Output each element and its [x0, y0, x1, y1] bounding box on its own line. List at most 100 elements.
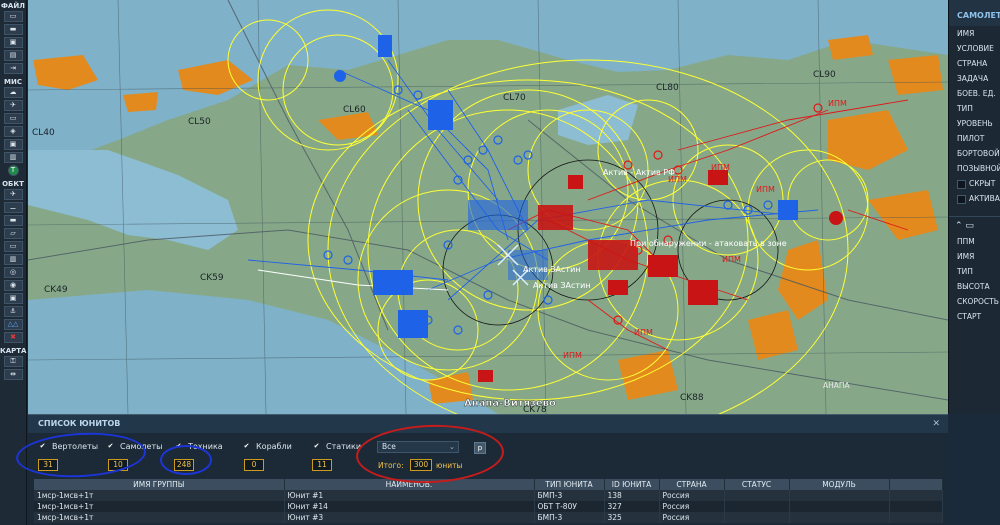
mission-editor-window: { "toolbar": { "file_section": "ФАЙЛ", "…	[0, 0, 1000, 525]
mission-section-label: МИС	[4, 78, 22, 86]
filter-airplanes-label: Самолеты	[120, 442, 163, 451]
ipm-label: ИПМ	[634, 328, 653, 337]
active-checkbox-label: АКТИВА	[969, 194, 1000, 203]
map-label-cl50: CL50	[188, 117, 211, 127]
col-unit-name[interactable]: НАИМЕНОВ.	[284, 479, 535, 490]
add-crate-icon[interactable]: ▣	[3, 293, 23, 304]
briefing-icon[interactable]: ▭	[3, 113, 23, 124]
col-country[interactable]: СТРАНА	[659, 479, 725, 490]
vehicles-count: 248	[174, 459, 194, 471]
col-status[interactable]: СТАТУС	[724, 479, 790, 490]
close-icon[interactable]: ✕	[932, 419, 940, 429]
map-ruler-icon[interactable]: ⇹	[3, 369, 23, 380]
file-section-label: ФАЙЛ	[0, 2, 26, 10]
map-view[interactable]: CL40 CL50 CL60 CL70 CL80 CL90 CK49 CK59 …	[28, 0, 948, 414]
hidden-checkbox[interactable]	[957, 179, 966, 189]
col-module[interactable]: МОДУЛЬ	[789, 479, 890, 490]
p-button[interactable]: p	[474, 442, 486, 454]
ships-count: 0	[244, 459, 264, 471]
col-unit-id[interactable]: ID ЮНИТА	[604, 479, 660, 490]
active-checkbox-row[interactable]: АКТИВА	[949, 191, 1000, 206]
table-row[interactable]: 1мср-1мсв+1т Юнит #1 БМП-3 138 Россия	[34, 490, 943, 501]
filter-ships[interactable]: ✔ Корабли	[242, 442, 292, 451]
add-static-icon[interactable]: ▭	[3, 241, 23, 252]
check-icon[interactable]: ✔	[174, 442, 183, 451]
cell-id: 327	[604, 501, 660, 512]
unit-list-icon[interactable]: △△	[3, 319, 23, 330]
coalition-select[interactable]: Все ⌄	[377, 441, 459, 453]
check-icon[interactable]: ✔	[106, 442, 115, 451]
statics-count: 11	[312, 459, 332, 471]
check-icon[interactable]: ✔	[312, 442, 321, 451]
active-checkbox[interactable]	[957, 194, 966, 204]
map-label-anapa: АНАПА	[823, 381, 851, 390]
map-label-ck59: CK59	[200, 273, 224, 283]
add-helicopter-icon[interactable]: ⚊	[3, 202, 23, 213]
map-label-cl80: CL80	[656, 83, 679, 93]
route-field-waypoint-label: ППМ	[957, 237, 975, 246]
route-field-speed-label: СКОРОСТЬ	[957, 297, 999, 306]
hidden-checkbox-row[interactable]: СКРЫТ	[949, 176, 1000, 191]
cell-spacer	[889, 512, 943, 523]
col-group-name[interactable]: ИМЯ ГРУППЫ	[34, 479, 285, 490]
save-icon[interactable]: ▣	[3, 37, 23, 48]
objects-section-label: ОБКТ	[2, 180, 24, 188]
cell-status	[724, 490, 790, 501]
coalition-select-value: Все	[382, 442, 396, 451]
check-icon[interactable]: ✔	[242, 442, 251, 451]
route-tools: ⌃ ▭	[949, 216, 1000, 234]
cell-module	[789, 512, 890, 523]
cell-group: 1мср-1мсв+1т	[34, 512, 285, 523]
add-ship-icon[interactable]: ⏥	[3, 228, 23, 239]
mission-goals-icon[interactable]: ▣	[3, 139, 23, 150]
add-nav-point-icon[interactable]: ◉	[3, 280, 23, 291]
field-type-label: ТИП	[957, 104, 973, 113]
map-label-cl40: CL40	[32, 128, 55, 138]
helicopters-count: 31	[38, 459, 58, 471]
add-vehicle-icon[interactable]: ▬	[3, 215, 23, 226]
triggered-actions-icon[interactable]: ▭	[965, 221, 974, 231]
filter-statics-label: Статики	[326, 442, 362, 451]
cell-country: Россия	[659, 501, 725, 512]
cell-type: БМП-3	[534, 512, 605, 523]
cell-country: Россия	[659, 490, 725, 501]
new-file-icon[interactable]: ▭	[3, 11, 23, 22]
aircraft-icon[interactable]: ✈	[3, 100, 23, 111]
map-section-label: КАРТА	[0, 347, 27, 355]
filter-helicopters[interactable]: ✔ Вертолеты	[38, 442, 99, 451]
cell-module	[789, 501, 890, 512]
map-key-icon[interactable]: ⚿	[3, 356, 23, 367]
add-zone-icon[interactable]: ◎	[3, 267, 23, 278]
map-label-cl70: CL70	[503, 93, 526, 103]
col-unit-type[interactable]: ТИП ЮНИТА	[534, 479, 605, 490]
open-folder-icon[interactable]: ▬	[3, 24, 23, 35]
map-label-cl60: CL60	[343, 105, 366, 115]
field-callsign-label: ПОЗЫВНОЙ	[957, 164, 1000, 173]
triggers-icon[interactable]: ◈	[3, 126, 23, 137]
field-country-label: СТРАНА	[957, 59, 988, 68]
cell-type: ОБТ Т-80У	[534, 501, 605, 512]
route-field-start-label: СТАРТ	[957, 312, 982, 321]
total-units-label: юниты	[436, 461, 463, 470]
resources-icon[interactable]: ▥	[3, 152, 23, 163]
table-row[interactable]: 1мср-1мсв+1т Юнит #3 БМП-3 325 Россия	[34, 512, 943, 523]
exit-icon[interactable]: ⇥	[3, 63, 23, 74]
filter-statics[interactable]: ✔ Статики	[312, 442, 361, 451]
filter-vehicles[interactable]: ✔ Техника	[174, 442, 223, 451]
delete-icon[interactable]: ✖	[3, 332, 23, 343]
cell-id: 138	[604, 490, 660, 501]
add-ai-icon[interactable]: ⚓	[3, 306, 23, 317]
weather-icon[interactable]: ☁	[3, 87, 23, 98]
field-skill-label: УРОВЕНЬ	[957, 119, 993, 128]
cell-name: Юнит #14	[284, 501, 535, 512]
aircraft-properties-panel: САМОЛЕТ ИМЯ УСЛОВИЕ СТРАНА ЗАДАЧА БОЕВ. …	[948, 0, 1000, 414]
add-template-icon[interactable]: ▥	[3, 254, 23, 265]
field-pilot-label: ПИЛОТ	[957, 134, 985, 143]
table-row[interactable]: 1мср-1мсв+1т Юнит #14 ОБТ Т-80У 327 Росс…	[34, 501, 943, 512]
route-tool-icon[interactable]: ⌃	[955, 221, 963, 231]
play-icon[interactable]: T	[7, 165, 19, 176]
check-icon[interactable]: ✔	[38, 442, 47, 451]
add-airplane-icon[interactable]: ✈	[3, 189, 23, 200]
filter-airplanes[interactable]: ✔ Самолеты	[106, 442, 163, 451]
save-as-icon[interactable]: ▤	[3, 50, 23, 61]
